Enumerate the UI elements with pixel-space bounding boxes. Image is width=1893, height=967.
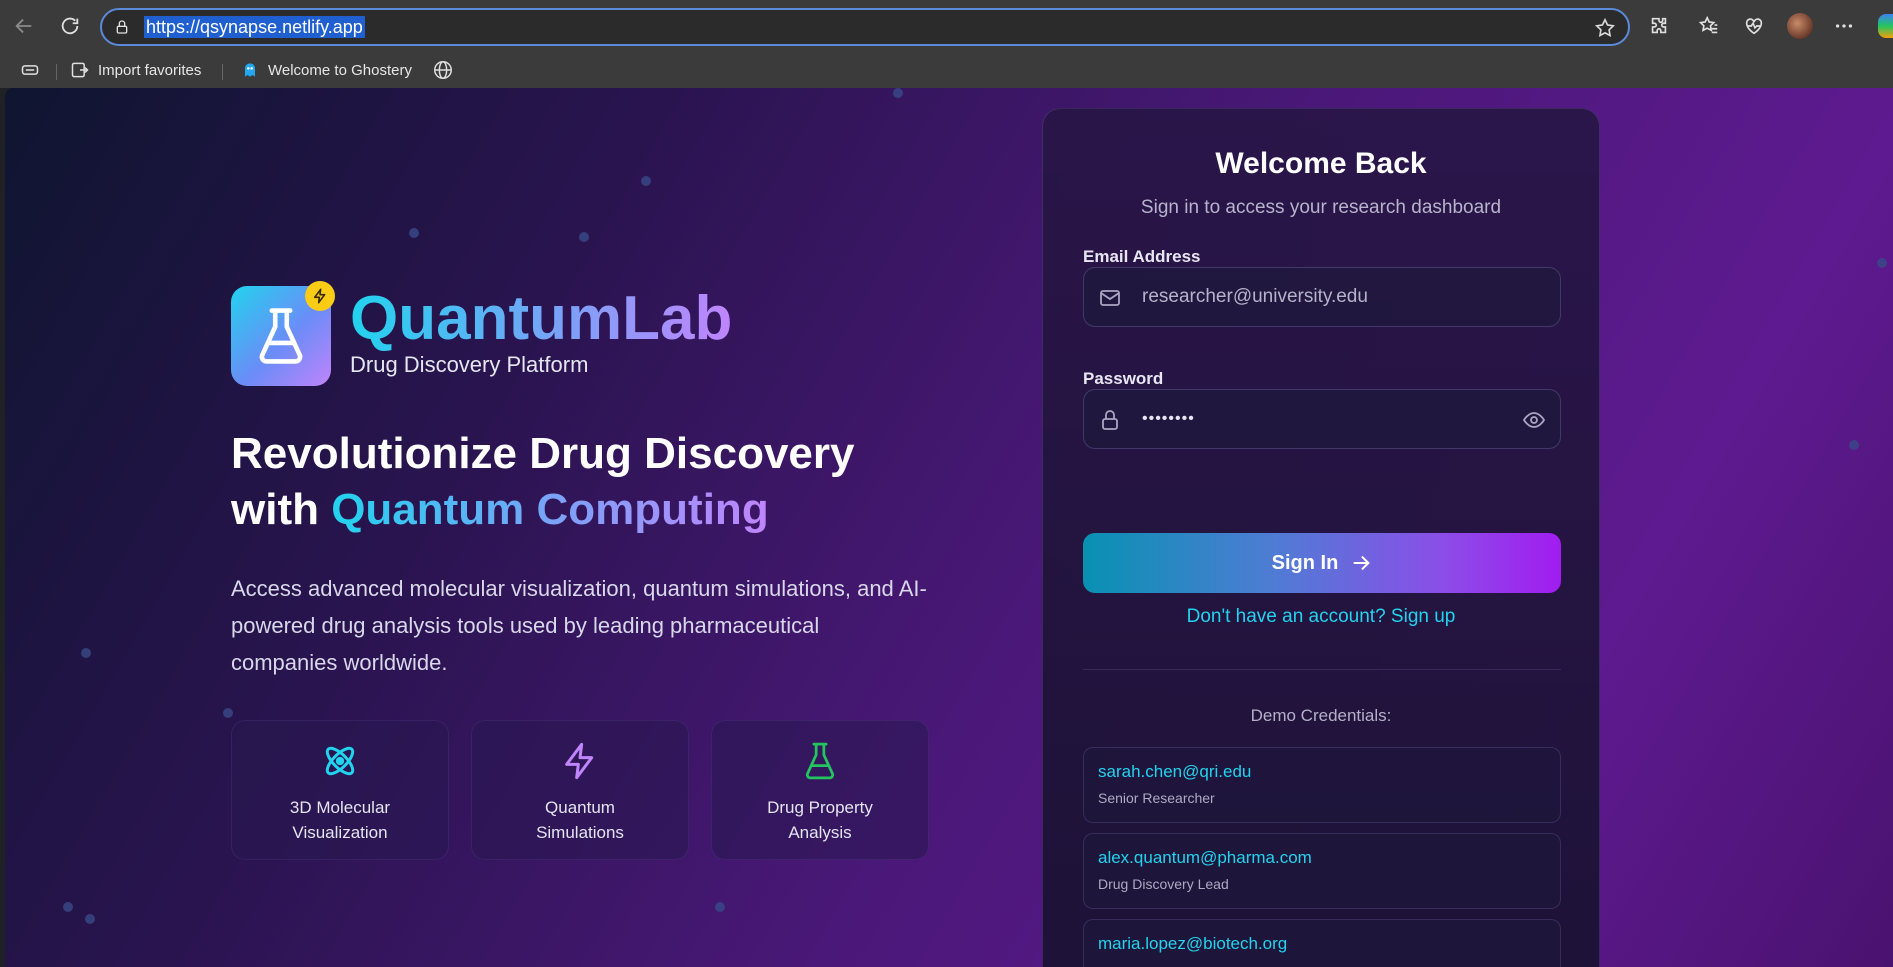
sign-up-link[interactable]: Don't have an account? Sign up xyxy=(1043,606,1599,628)
favorites-divider xyxy=(56,64,57,80)
password-label: Password xyxy=(1083,369,1164,388)
star-icon[interactable] xyxy=(1594,17,1616,39)
login-card: Welcome Back Sign in to access your rese… xyxy=(1042,108,1600,967)
import-icon xyxy=(71,62,89,78)
flask-icon xyxy=(805,742,835,780)
more-icon xyxy=(1835,24,1853,28)
background-particle xyxy=(81,648,91,658)
back-button[interactable] xyxy=(8,10,40,42)
feature-label: Quantum Simulations xyxy=(536,798,624,842)
background-particle xyxy=(641,176,651,186)
health-button[interactable] xyxy=(1738,10,1770,42)
feature-card-quantum: Quantum Simulations xyxy=(471,720,689,860)
headline-accent: Quantum Computing xyxy=(331,485,769,534)
login-title: Welcome Back xyxy=(1215,147,1427,180)
copilot-icon[interactable] xyxy=(1878,14,1893,38)
feature-label: 3D Molecular Visualization xyxy=(289,798,391,842)
lightning-badge-icon xyxy=(305,281,335,311)
demo-credential-item[interactable]: maria.lopez@biotech.org xyxy=(1083,919,1561,967)
favorites-star-icon xyxy=(1698,15,1718,34)
demo-email: alex.quantum@pharma.com xyxy=(1098,848,1312,867)
ghostery-icon xyxy=(245,63,255,77)
password-value: •••••••• xyxy=(1142,410,1195,427)
feature-card-molecular: 3D Molecular Visualization xyxy=(231,720,449,860)
demo-credential-item[interactable]: alex.quantum@pharma.com Drug Discovery L… xyxy=(1083,833,1561,909)
sign-in-button[interactable]: Sign In xyxy=(1083,533,1561,593)
favorites-button[interactable] xyxy=(1693,10,1725,42)
flask-logo-icon xyxy=(259,308,303,364)
background-particle xyxy=(1849,440,1859,450)
globe-icon xyxy=(434,61,452,79)
tab-icon xyxy=(21,65,39,75)
hero-description: Access advanced molecular visualization,… xyxy=(231,576,927,675)
globe-link[interactable] xyxy=(432,58,454,82)
sidebar-toggle-button[interactable] xyxy=(20,58,40,82)
menu-button[interactable] xyxy=(1828,10,1860,42)
eye-icon[interactable] xyxy=(1522,408,1546,432)
background-particle xyxy=(1877,258,1887,268)
demo-credentials-title: Demo Credentials: xyxy=(1250,706,1392,725)
email-placeholder: researcher@university.edu xyxy=(1142,286,1368,307)
feature-label: Drug Property Analysis xyxy=(767,798,873,842)
background-particle xyxy=(579,232,589,242)
demo-credential-item[interactable]: sarah.chen@qri.edu Senior Researcher xyxy=(1083,747,1561,823)
url-text[interactable]: https://qsynapse.netlify.app xyxy=(144,16,365,38)
demo-role: Senior Researcher xyxy=(1098,790,1215,806)
address-bar[interactable]: https://qsynapse.netlify.app xyxy=(100,8,1630,46)
feature-card-drug-property: Drug Property Analysis xyxy=(711,720,929,860)
background-particle xyxy=(893,88,903,98)
puzzle-icon xyxy=(1651,17,1667,34)
brand-subtitle: Drug Discovery Platform xyxy=(350,352,589,377)
import-favorites-link[interactable]: Import favorites xyxy=(70,58,201,82)
headline-line-2: with Quantum Computing xyxy=(231,482,991,538)
extensions-button[interactable] xyxy=(1643,10,1675,42)
background-particle xyxy=(715,902,725,912)
mail-icon xyxy=(1100,290,1120,306)
lock-icon xyxy=(1102,410,1118,430)
background-particle xyxy=(85,914,95,924)
brand-name: QuantumLab xyxy=(350,284,733,353)
background-particle xyxy=(223,708,233,718)
heartbeat-icon xyxy=(1745,18,1763,35)
demo-email: maria.lopez@biotech.org xyxy=(1098,934,1288,953)
avatar xyxy=(1787,13,1813,39)
arrow-left-icon xyxy=(15,18,32,34)
refresh-icon xyxy=(61,17,79,35)
lock-icon xyxy=(116,20,128,34)
sign-in-label: Sign In xyxy=(1271,551,1339,574)
page-viewport: QuantumLab Drug Discovery Platform Revol… xyxy=(5,88,1893,967)
profile-button[interactable] xyxy=(1784,10,1816,42)
demo-role: Drug Discovery Lead xyxy=(1098,876,1229,892)
ghostery-label: Welcome to Ghostery xyxy=(268,61,412,79)
hero-headline: Revolutionize Drug Discovery with Quantu… xyxy=(231,426,991,538)
headline-with: with xyxy=(231,485,332,534)
headline-line-1: Revolutionize Drug Discovery xyxy=(231,429,855,478)
password-field[interactable]: •••••••• xyxy=(1083,389,1561,449)
background-particle xyxy=(409,228,419,238)
background-particle xyxy=(63,902,73,912)
login-subtitle: Sign in to access your research dashboar… xyxy=(1140,197,1502,218)
refresh-button[interactable] xyxy=(54,10,86,42)
favorites-divider xyxy=(222,64,223,80)
demo-email: sarah.chen@qri.edu xyxy=(1098,762,1252,781)
lightning-icon xyxy=(565,742,594,780)
email-field[interactable]: researcher@university.edu xyxy=(1083,267,1561,327)
arrow-right-icon xyxy=(1353,555,1371,571)
import-favorites-label: Import favorites xyxy=(98,61,202,79)
divider xyxy=(1083,669,1561,670)
ghostery-link[interactable]: Welcome to Ghostery xyxy=(240,58,412,82)
atom-icon xyxy=(325,746,355,776)
favorites-bar: Import favorites Welcome to Ghostery xyxy=(0,52,1893,88)
browser-toolbar: https://qsynapse.netlify.app xyxy=(0,0,1893,52)
email-label: Email Address xyxy=(1083,247,1201,266)
